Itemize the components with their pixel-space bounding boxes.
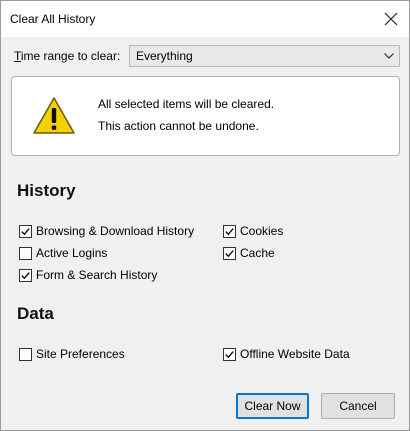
check-icon bbox=[225, 350, 234, 358]
check-icon bbox=[225, 227, 234, 235]
checkbox-box[interactable] bbox=[223, 246, 236, 260]
checkbox-cache[interactable]: Cache bbox=[223, 245, 275, 261]
checkbox-box[interactable] bbox=[19, 268, 32, 282]
warning-icon bbox=[33, 97, 75, 134]
checkbox-label: Cookies bbox=[240, 224, 284, 238]
checkbox-active-logins[interactable]: Active Logins bbox=[19, 245, 107, 261]
checkbox-box[interactable] bbox=[19, 347, 32, 361]
checkbox-label: Active Logins bbox=[36, 246, 108, 260]
history-heading: History bbox=[17, 181, 76, 200]
title-bar: Clear All History bbox=[1, 1, 409, 37]
time-range-label-rest: ime range to clear: bbox=[20, 49, 121, 63]
checkbox-label: Browsing & Download History bbox=[36, 224, 195, 238]
check-icon bbox=[21, 271, 30, 279]
close-icon bbox=[384, 12, 398, 26]
checkbox-site-preferences[interactable]: Site Preferences bbox=[19, 346, 125, 362]
dialog-title: Clear All History bbox=[10, 12, 96, 26]
checkbox-cookies[interactable]: Cookies bbox=[223, 223, 283, 239]
checkbox-label: Cache bbox=[240, 246, 275, 260]
check-icon bbox=[21, 227, 30, 235]
checkbox-offline-website-data[interactable]: Offline Website Data bbox=[223, 346, 350, 362]
checkbox-label: Form & Search History bbox=[36, 268, 158, 282]
checkbox-browsing-download-history[interactable]: Browsing & Download History bbox=[19, 223, 194, 239]
time-range-label: Time range to clear: bbox=[14, 49, 120, 63]
clear-now-button[interactable]: Clear Now bbox=[236, 393, 309, 419]
close-button[interactable] bbox=[377, 5, 405, 33]
checkbox-box[interactable] bbox=[19, 224, 32, 238]
data-heading: Data bbox=[17, 304, 54, 323]
clear-history-dialog: Clear All History Time range to clear: E… bbox=[0, 0, 410, 431]
chevron-down-icon bbox=[384, 53, 394, 59]
warning-text-line2: This action cannot be undone. bbox=[98, 119, 259, 133]
checkbox-label: Offline Website Data bbox=[240, 347, 350, 361]
checkbox-form-search-history[interactable]: Form & Search History bbox=[19, 267, 157, 283]
time-range-label-accesskey: T bbox=[14, 49, 21, 63]
time-range-select[interactable]: Everything bbox=[129, 45, 400, 67]
checkbox-box[interactable] bbox=[223, 347, 236, 361]
warning-box: All selected items will be cleared. This… bbox=[11, 76, 400, 156]
checkbox-label: Site Preferences bbox=[36, 347, 125, 361]
time-range-value: Everything bbox=[136, 49, 193, 63]
checkbox-box[interactable] bbox=[19, 246, 32, 260]
check-icon bbox=[225, 249, 234, 257]
checkbox-box[interactable] bbox=[223, 224, 236, 238]
cancel-button[interactable]: Cancel bbox=[321, 393, 395, 419]
warning-text-line1: All selected items will be cleared. bbox=[98, 97, 275, 111]
